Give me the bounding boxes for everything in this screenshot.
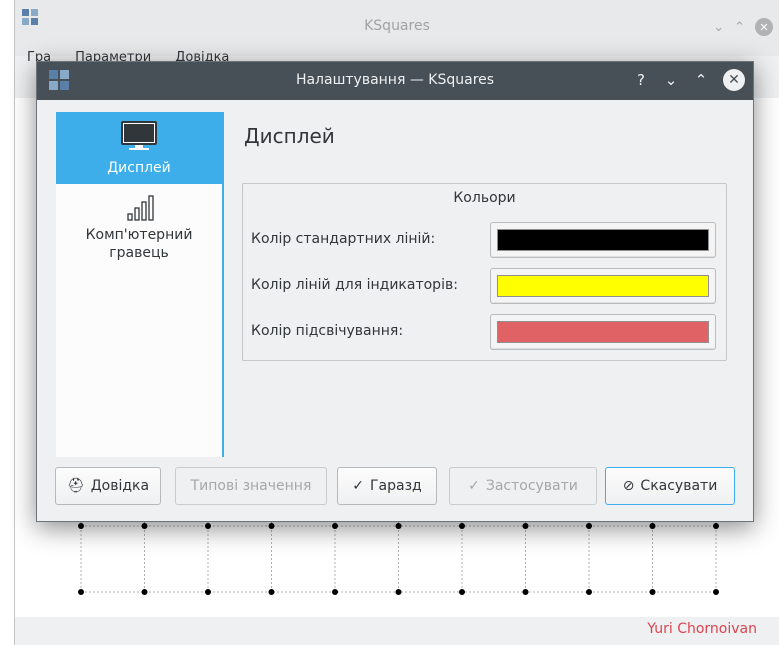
help-button[interactable]: ⛑ Довідка [55, 467, 161, 505]
signal-bars-icon [127, 195, 154, 221]
main-window-title: KSquares [364, 18, 430, 34]
settings-sidebar: Дисплей Комп'ютерний гравець [56, 112, 224, 457]
standard-lines-color-row: Колір стандартних ліній: [251, 222, 718, 258]
dialog-button-bar: ⛑ Довідка Типові значення ✓ Гаразд ✓ Зас… [37, 467, 753, 507]
help-question-icon[interactable]: ? [633, 69, 649, 91]
grid-dot [713, 523, 719, 529]
sidebar-item-display[interactable]: Дисплей [56, 112, 222, 184]
monitor-icon [121, 121, 157, 150]
checkmark-icon: ✓ [352, 478, 364, 494]
main-maximize-icon[interactable]: ⌃ [734, 20, 745, 35]
defaults-button-label: Типові значення [190, 478, 312, 494]
page-title: Дисплей [244, 124, 335, 148]
grid-dot [268, 523, 275, 529]
dialog-titlebar[interactable]: Налаштування — KSquares ? ⌄ ⌃ ✕ [37, 62, 753, 100]
checkmark-icon: ✓ [468, 478, 480, 494]
grid-dot [522, 523, 529, 529]
grid-dot [586, 523, 592, 529]
grid-dot [78, 589, 84, 595]
lifebuoy-icon: ⛑ [66, 478, 85, 494]
grid-dot [332, 523, 338, 529]
grid-dot [459, 589, 465, 595]
indicator-lines-color-swatch [497, 275, 709, 297]
sidebar-item-computer-player-label: Комп'ютерний гравець [85, 227, 193, 261]
main-minimize-icon[interactable]: ⌄ [713, 20, 724, 35]
help-button-label: Довідка [90, 478, 150, 494]
cancel-button[interactable]: ⊘ Скасувати [605, 467, 735, 505]
indicator-lines-color-row: Колір ліній для індикаторів: [251, 268, 718, 304]
status-player-name: Yuri Chornoivan [647, 621, 757, 637]
minimize-icon[interactable]: ⌄ [663, 69, 679, 91]
ok-button[interactable]: ✓ Гаразд [337, 467, 437, 505]
main-titlebar[interactable]: KSquares ⌄ ⌃ ✕ [15, 0, 779, 56]
grid-dot [649, 523, 656, 529]
highlight-color-swatch [497, 321, 709, 343]
grid-dot [205, 589, 211, 595]
apply-button[interactable]: ✓ Застосувати [449, 467, 597, 505]
colors-group-title: Кольори [453, 190, 516, 206]
cancel-circle-icon: ⊘ [622, 478, 635, 494]
grid-dot [713, 589, 719, 595]
apply-button-label: Застосувати [485, 478, 578, 494]
highlight-color-row: Колір підсвічування: [251, 314, 718, 350]
grid-dot [268, 589, 275, 595]
grid-dot [205, 523, 211, 529]
ok-button-label: Гаразд [370, 478, 422, 494]
indicator-lines-color-label: Колір ліній для індикаторів: [251, 277, 458, 293]
status-bar: Yuri Chornoivan [15, 617, 779, 645]
close-icon[interactable]: ✕ [723, 69, 745, 91]
maximize-icon[interactable]: ⌃ [693, 69, 709, 91]
standard-lines-color-swatch [497, 229, 709, 251]
highlight-color-label: Колір підсвічування: [251, 323, 404, 339]
grid-dot [586, 589, 592, 595]
grid-dot [141, 523, 148, 529]
grid-dot [395, 523, 402, 529]
defaults-button[interactable]: Типові значення [175, 467, 327, 505]
sidebar-item-computer-player[interactable]: Комп'ютерний гравець [56, 194, 222, 284]
cancel-button-label: Скасувати [640, 478, 718, 494]
standard-lines-color-label: Колір стандартних ліній: [251, 231, 436, 247]
grid-dot [332, 589, 338, 595]
grid-dot [141, 589, 148, 595]
indicator-lines-color-button[interactable] [490, 268, 716, 304]
standard-lines-color-button[interactable] [490, 222, 716, 258]
grid-dot [522, 589, 529, 595]
sidebar-item-display-label: Дисплей [107, 160, 171, 176]
highlight-color-button[interactable] [490, 314, 716, 350]
settings-dialog: Налаштування — KSquares ? ⌄ ⌃ ✕ Дисплей [36, 61, 754, 522]
grid-dot [649, 589, 656, 595]
colors-groupbox: Кольори Колір стандартних ліній: Колір л… [242, 183, 727, 361]
main-close-icon[interactable]: ✕ [755, 18, 773, 36]
grid-dot [395, 589, 402, 595]
grid-dot [78, 523, 84, 529]
grid-dot [459, 523, 465, 529]
